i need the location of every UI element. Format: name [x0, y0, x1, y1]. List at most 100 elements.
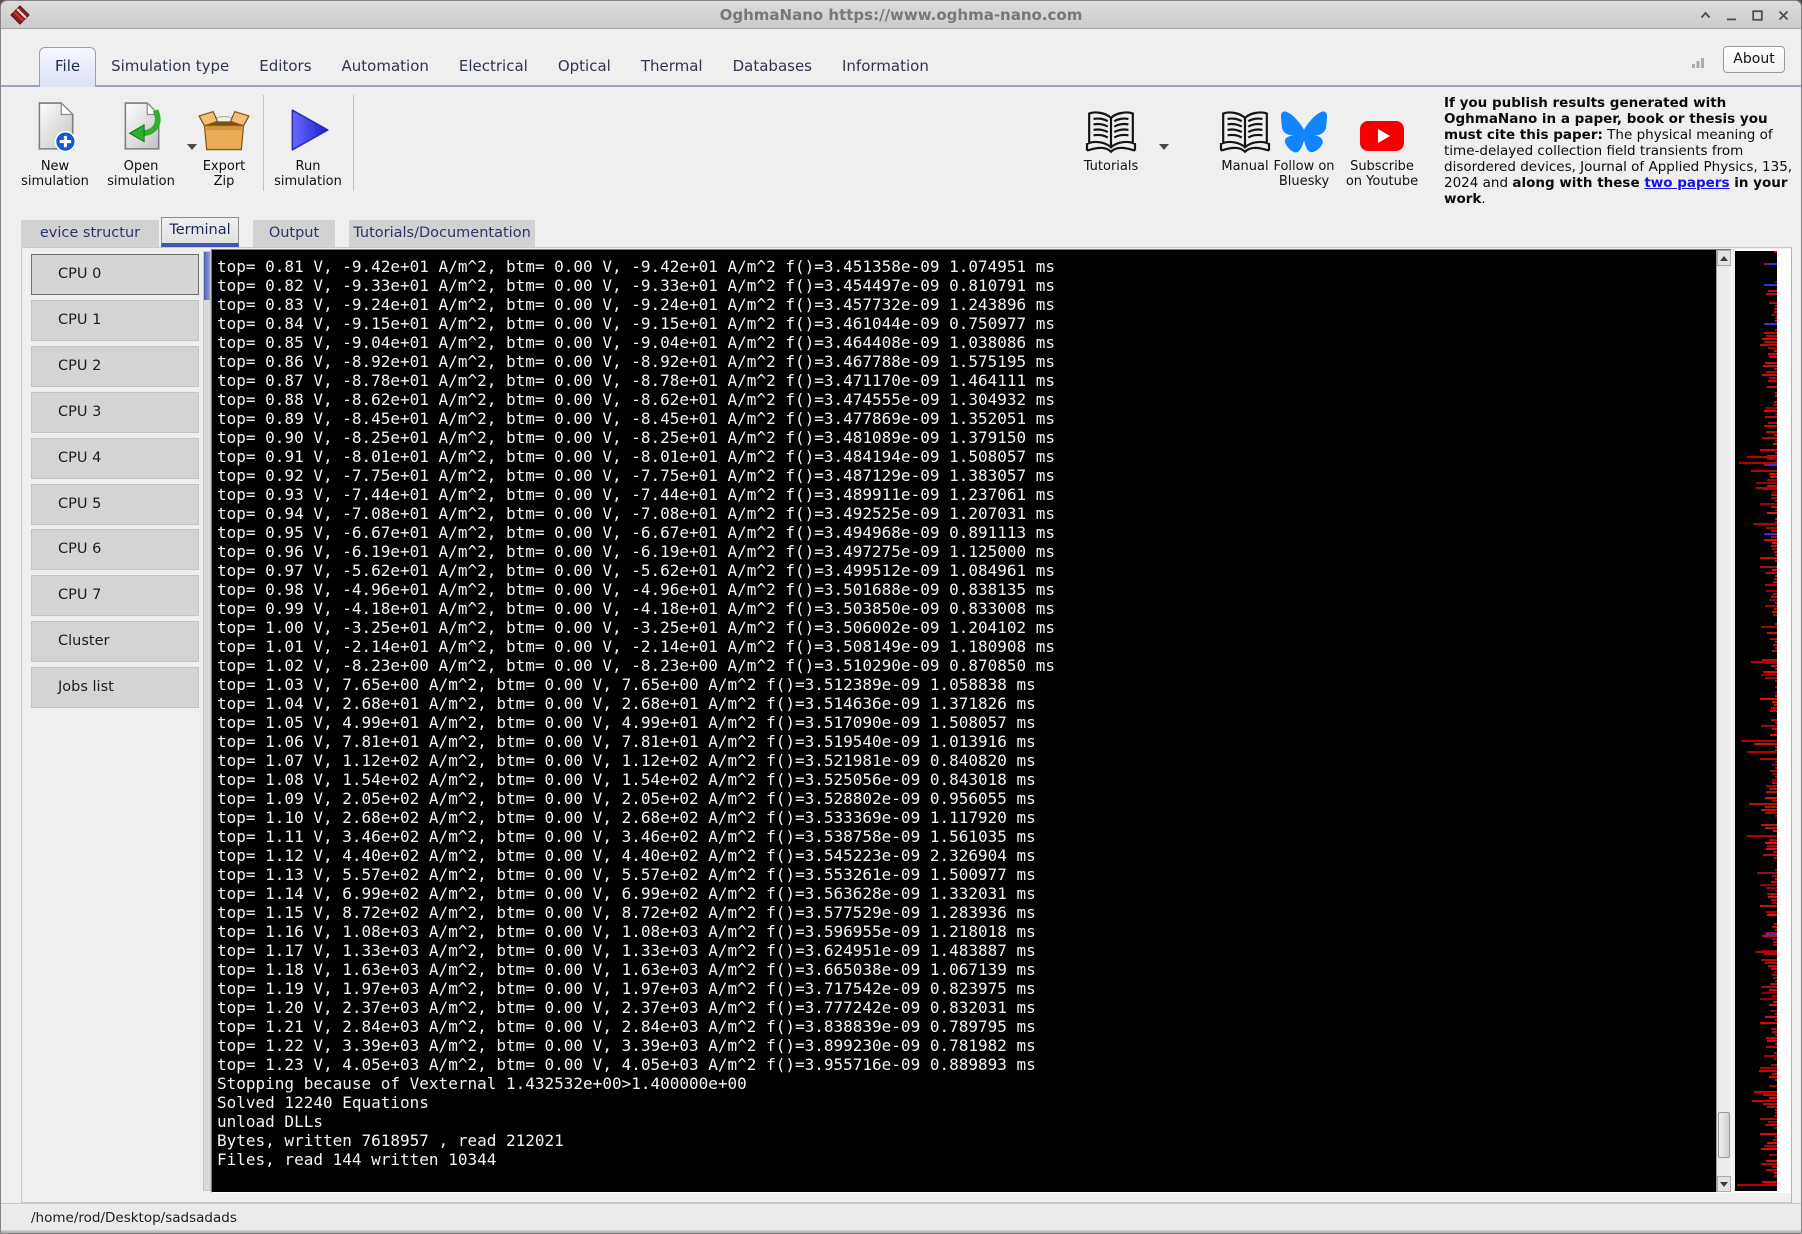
- open-document-icon: [124, 101, 161, 150]
- sidebar-item-cluster[interactable]: Cluster: [31, 621, 199, 662]
- minimap-bar: [1752, 1100, 1777, 1102]
- sidebar-item-cpu-0[interactable]: CPU 0: [31, 254, 199, 295]
- minimap-bar: [1770, 983, 1777, 985]
- follow-bluesky-button[interactable]: Follow on Bluesky: [1259, 95, 1349, 189]
- minimap-bar: [1775, 761, 1777, 763]
- minimap-bar: [1773, 851, 1777, 853]
- menu-item-thermal[interactable]: Thermal: [626, 48, 718, 85]
- minimap-bar: [1775, 305, 1777, 307]
- tutorials-dropdown-caret[interactable]: [1159, 144, 1169, 150]
- minimap-bar: [1760, 449, 1777, 451]
- minimap-bar: [1760, 998, 1777, 1000]
- export-zip-button[interactable]: Export Zip: [189, 95, 259, 189]
- sidebar-item-cpu-7[interactable]: CPU 7: [31, 575, 199, 616]
- minimap-bar: [1775, 815, 1777, 817]
- minimap-bar: [1769, 599, 1777, 601]
- sidebar-item-jobs-list[interactable]: Jobs list: [31, 667, 199, 708]
- two-papers-link[interactable]: two papers: [1644, 175, 1729, 191]
- minimap-bar: [1760, 905, 1777, 907]
- minimap-bar: [1766, 1037, 1777, 1039]
- menu-item-optical[interactable]: Optical: [543, 48, 626, 85]
- sidebar-item-cpu-4[interactable]: CPU 4: [31, 438, 199, 479]
- minimap-bar: [1771, 506, 1777, 508]
- menu-item-simulation-type[interactable]: Simulation type: [96, 48, 244, 85]
- minimap-bar: [1760, 1118, 1777, 1120]
- menu-item-automation[interactable]: Automation: [327, 48, 444, 85]
- minimap-bar: [1772, 548, 1777, 550]
- status-bar: /home/rod/Desktop/sadsadads: [1, 1203, 1801, 1233]
- minimap-bar: [1771, 665, 1777, 667]
- menu-item-databases[interactable]: Databases: [718, 48, 827, 85]
- scroll-up-button[interactable]: [1717, 250, 1731, 266]
- close-button[interactable]: [1776, 8, 1791, 23]
- window-controls: [1698, 1, 1791, 29]
- sidebar-item-cpu-6[interactable]: CPU 6: [31, 529, 199, 570]
- sidebar-item-cpu-3[interactable]: CPU 3: [31, 392, 199, 433]
- zip-box-icon: [198, 110, 250, 151]
- minimap-bar: [1774, 608, 1777, 610]
- terminal-panel: top= 0.81 V, -9.42e+01 A/m^2, btm= 0.00 …: [211, 249, 1732, 1193]
- about-button[interactable]: About: [1723, 46, 1785, 73]
- minimap-bar: [1762, 986, 1777, 988]
- tutorials-button[interactable]: Tutorials: [1067, 95, 1155, 174]
- citation-period: .: [1481, 191, 1486, 207]
- minimap-bar: [1769, 473, 1777, 475]
- sidebar-scrollbar[interactable]: [203, 251, 211, 1191]
- minimap-bar: [1760, 1067, 1777, 1069]
- menu-item-electrical[interactable]: Electrical: [444, 48, 543, 85]
- minimap-bar: [1775, 500, 1777, 502]
- run-simulation-button[interactable]: Run simulation: [267, 95, 349, 189]
- new-simulation-button[interactable]: New simulation: [13, 95, 97, 189]
- open-book-icon: [1085, 111, 1137, 154]
- minimap-bar: [1775, 647, 1777, 649]
- minimap-bar: [1771, 968, 1777, 970]
- sidebar-item-cpu-1[interactable]: CPU 1: [31, 300, 199, 341]
- minimap-bar: [1768, 1121, 1777, 1123]
- minimap-bar: [1775, 722, 1777, 724]
- minimap-bar: [1761, 824, 1777, 826]
- sidebar-item-cpu-2[interactable]: CPU 2: [31, 346, 199, 387]
- minimap-bar: [1775, 731, 1777, 733]
- maximize-button[interactable]: [1750, 8, 1765, 23]
- minimap-bar: [1765, 1124, 1777, 1126]
- open-simulation-button[interactable]: Open simulation: [99, 95, 183, 189]
- minimap-bar: [1768, 380, 1777, 382]
- tab-terminal[interactable]: Terminal: [161, 217, 239, 247]
- minimap-bar: [1775, 452, 1777, 454]
- terminal-output[interactable]: top= 0.81 V, -9.42e+01 A/m^2, btm= 0.00 …: [212, 250, 1716, 1192]
- minimap-bar: [1766, 335, 1777, 337]
- minimap-bar: [1773, 944, 1777, 946]
- scroll-down-button[interactable]: [1717, 1176, 1731, 1192]
- minimap-bar: [1765, 416, 1777, 418]
- minimap-bar: [1764, 284, 1777, 286]
- minimap-bar: [1771, 719, 1777, 721]
- terminal-scrollbar-thumb[interactable]: [1718, 1112, 1730, 1158]
- menu-item-file[interactable]: File: [39, 47, 97, 87]
- tab-evice-structur[interactable]: evice structur: [21, 220, 159, 247]
- minimize-button[interactable]: [1724, 8, 1739, 23]
- minimap-bar: [1775, 668, 1777, 670]
- minimap-bar: [1767, 458, 1777, 460]
- shade-button[interactable]: [1698, 8, 1713, 23]
- minimap-bar: [1772, 875, 1777, 877]
- tab-tutorials-documentation[interactable]: Tutorials/Documentation: [349, 220, 535, 247]
- minimap-bar: [1775, 680, 1777, 682]
- sidebar-scrollbar-thumb[interactable]: [204, 252, 210, 300]
- minimap-bar: [1764, 323, 1777, 325]
- minimap-bar: [1767, 479, 1777, 481]
- minimap-bar: [1772, 491, 1777, 493]
- terminal-scrollbar[interactable]: [1716, 250, 1731, 1192]
- menu-item-information[interactable]: Information: [827, 48, 944, 85]
- tab-output[interactable]: Output: [253, 220, 335, 247]
- minimap-bar: [1762, 992, 1777, 994]
- menu-item-editors[interactable]: Editors: [244, 48, 326, 85]
- minimap-bar: [1755, 487, 1777, 489]
- minimap-bar: [1775, 695, 1777, 697]
- minimap-bar: [1747, 835, 1777, 837]
- minimap-bar: [1768, 422, 1777, 424]
- minimap-bar: [1775, 1034, 1777, 1036]
- subscribe-youtube-button[interactable]: Subscribe on Youtube: [1337, 95, 1427, 189]
- sidebar-item-cpu-5[interactable]: CPU 5: [31, 484, 199, 525]
- minimap-bar: [1766, 791, 1777, 793]
- minimap-bar: [1766, 431, 1777, 433]
